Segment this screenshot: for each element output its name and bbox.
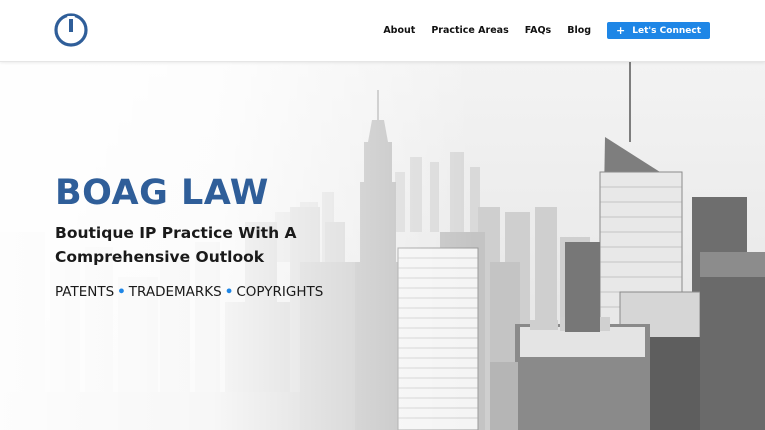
hero-subtitle: Boutique IP Practice With A Comprehensiv…: [55, 224, 297, 266]
site-header: About Practice Areas FAQs Blog + Let's C…: [0, 0, 765, 62]
main-nav: About Practice Areas FAQs Blog + Let's C…: [383, 22, 710, 39]
nav-faqs[interactable]: FAQs: [525, 25, 551, 36]
separator-dot: •: [224, 284, 234, 300]
service-trademarks: TRADEMARKS: [128, 284, 222, 300]
nav-practice-areas[interactable]: Practice Areas: [431, 25, 508, 36]
hero-services: PATENTS • TRADEMARKS • COPYRIGHTS: [55, 284, 323, 300]
separator-dot: •: [117, 284, 126, 300]
plus-icon: +: [616, 24, 626, 37]
nav-blog[interactable]: Blog: [567, 25, 591, 36]
lets-connect-button[interactable]: + Let's Connect: [607, 22, 710, 39]
hero-title: BOAG LAW: [55, 173, 269, 213]
power-icon[interactable]: [54, 13, 88, 47]
service-patents: PATENTS: [55, 284, 115, 300]
service-copyrights: COPYRIGHTS: [236, 284, 324, 300]
lets-connect-label: Let's Connect: [632, 25, 701, 36]
nav-about[interactable]: About: [383, 25, 415, 36]
